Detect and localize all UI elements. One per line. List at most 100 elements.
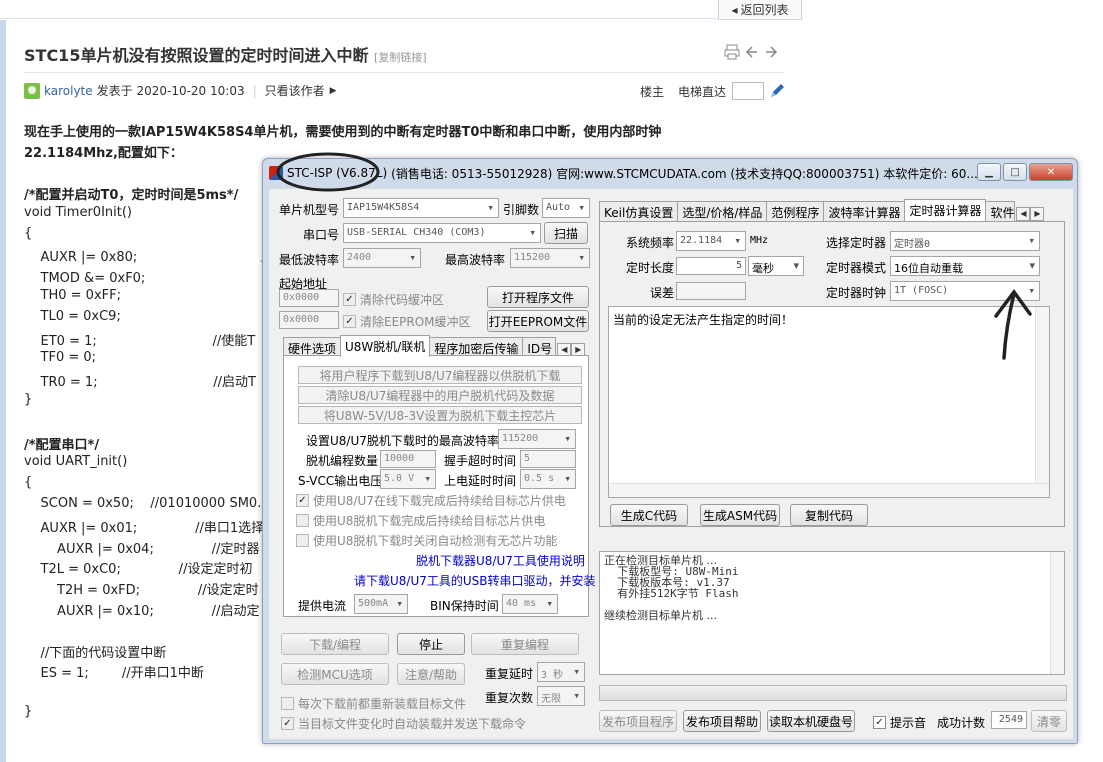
svcc-select[interactable]: 5.0 V [380, 469, 436, 489]
tab-u8w[interactable]: U8W脱机/联机 [340, 335, 431, 357]
u8-manual-link[interactable]: 脱机下载器U8/U7工具使用说明 [416, 552, 585, 569]
prev-arrow-icon[interactable] [745, 45, 759, 59]
select-timer-label: 选择定时器 [826, 236, 887, 250]
post-date: 发表于 2020-10-20 10:03 [96, 84, 245, 98]
floor-meta: 楼主 电梯直达 [640, 82, 786, 100]
u8-offline-power-checkbox[interactable]: 使用U8脱机下载完成后持续给目标芯片供电 [296, 512, 545, 529]
code-line: ES = 1; //开串口1中断 [24, 666, 204, 682]
open-program-button[interactable]: 打开程序文件 [487, 286, 589, 308]
timer-result-area[interactable]: 当前的设定无法产生指定的时间！ [608, 306, 1050, 498]
right-tab-scroll-right-icon[interactable]: ▶ [1030, 207, 1045, 221]
back-to-list-button[interactable]: ◂ 返回列表 [718, 0, 802, 20]
go-pen-icon[interactable] [768, 82, 786, 100]
poweron-delay-select[interactable]: 0.5 s [520, 469, 576, 489]
copy-link[interactable]: [复制链接] [374, 51, 427, 64]
offline-count-input[interactable]: 10000 [380, 450, 436, 468]
repeat-count-label: 重复次数 [485, 691, 534, 705]
repeat-program-button[interactable]: 重复编程 [471, 633, 579, 655]
download-program-button[interactable]: 下载/编程 [281, 633, 389, 655]
stop-button[interactable]: 停止 [397, 633, 465, 655]
minimize-button[interactable]: ▁ [977, 163, 1001, 181]
maximize-button[interactable]: □ [1003, 163, 1027, 181]
tab-encryption[interactable]: 程序加密后传输 [429, 337, 524, 357]
handshake-input[interactable]: 5 [520, 450, 576, 468]
author-link[interactable]: karolyte [44, 84, 93, 98]
title-info: (销售电话: 0513-55012928) 官网:www.STCMCUDATA.… [391, 166, 978, 181]
clear-code-checkbox[interactable]: ✓ 清除代码缓冲区 [343, 291, 444, 308]
publish-program-button[interactable]: 发布项目程序 [599, 710, 677, 732]
min-baud-label: 最低波特率 [279, 253, 340, 267]
next-arrow-icon[interactable] [764, 45, 778, 59]
clear-count-button[interactable]: 清零 [1031, 710, 1067, 732]
code-address-input[interactable]: 0x0000 [279, 289, 339, 307]
notes-help-button[interactable]: 注意/帮助 [397, 663, 465, 685]
tab-selection[interactable]: 选型/价格/样品 [677, 201, 768, 221]
floor-jump-input[interactable] [732, 82, 765, 100]
tab-hardware[interactable]: 硬件选项 [283, 337, 342, 357]
progress-bar [599, 685, 1067, 701]
avatar[interactable] [24, 82, 40, 99]
code-line: T2H = 0xFD; //设定定时 [24, 583, 259, 599]
repeat-count-select[interactable]: 无限 [537, 686, 585, 706]
mcu-type-select[interactable]: IAP15W4K58S4 [343, 198, 499, 218]
set-u8w-master-button[interactable]: 将U8W-5V/U8-3V设置为脱机下载主控芯片 [298, 406, 582, 424]
generate-asm-button[interactable]: 生成ASM代码 [700, 504, 780, 526]
horizontal-scrollbar[interactable] [609, 483, 1049, 497]
detect-mcu-button[interactable]: 检测MCU选项 [281, 663, 389, 685]
min-baud-select[interactable]: 2400 [343, 248, 421, 268]
u8w-panel: 将用户程序下载到U8/U7编程器以供脱机下载 清除U8/U7编程器中的用户脱机代… [283, 355, 596, 617]
u8-max-baud-select[interactable]: 115200 [498, 429, 576, 449]
log-scrollbar[interactable] [1050, 552, 1064, 674]
poweron-delay-label: 上电延时时间 [444, 474, 517, 488]
code-line: //下面的代码设置中断 [24, 645, 167, 661]
beep-checkbox[interactable]: ✓ 提示音 [873, 714, 926, 731]
timer-mode-select[interactable]: 16位自动重载 [890, 256, 1040, 276]
print-icon[interactable] [724, 44, 740, 60]
left-accent-bar [0, 20, 6, 762]
stc-isp-window: STC-ISP (V6.87L) (销售电话: 0513-55012928) 官… [262, 158, 1078, 744]
publish-help-button[interactable]: 发布项目帮助 [683, 710, 761, 732]
tab-keil[interactable]: Keil仿真设置 [599, 201, 679, 221]
timer-clock-label: 定时器时钟 [826, 286, 887, 300]
tab-id[interactable]: ID号 [522, 337, 557, 357]
timer-length-input[interactable]: 5 [676, 257, 746, 275]
clear-u8-code-button[interactable]: 清除U8/U7编程器中的用户脱机代码及数据 [298, 386, 582, 404]
copy-code-button[interactable]: 复制代码 [790, 504, 868, 526]
left-tab-bar: 硬件选项 U8W脱机/联机 程序加密后传输 ID号 ◀ ▶ [283, 335, 586, 357]
tab-software[interactable]: 软件 [985, 201, 1016, 221]
tab-baud-calc[interactable]: 波特率计算器 [823, 201, 906, 221]
code-line: AUXR |= 0x01; //串口1选择 [24, 520, 265, 536]
auto-reload-checkbox[interactable]: ✓ 当目标文件变化时自动装载并发送下载命令 [281, 715, 526, 732]
sys-freq-select[interactable]: 22.1184 [676, 231, 746, 251]
open-eeprom-button[interactable]: 打开EEPROM文件 [487, 310, 589, 332]
clear-eeprom-checkbox[interactable]: ✓ 清除EEPROM缓冲区 [343, 313, 471, 330]
code-line: AUXR |= 0x80; //定 [24, 250, 284, 266]
log-area[interactable]: 正在检测目标单片机 ... 下载板型号: U8W-Mini 下载板版本号: v1… [599, 551, 1065, 675]
serial-port-select[interactable]: USB-SERIAL CH340 (COM3) [343, 223, 541, 243]
bin-hold-select[interactable]: 40 ms [502, 594, 558, 614]
close-button[interactable]: ✕ [1029, 163, 1073, 181]
reload-each-time-checkbox[interactable]: 每次下载前都重新装载目标文件 [281, 695, 466, 712]
handdrawn-circle-annotation [276, 152, 380, 192]
scan-button[interactable]: 扫描 [544, 222, 588, 244]
tab-examples[interactable]: 范例程序 [766, 201, 825, 221]
only-author-link[interactable]: 只看该作者 [265, 82, 325, 99]
read-disk-id-button[interactable]: 读取本机硬盘号 [767, 710, 855, 732]
timer-unit-select[interactable]: 毫秒 [748, 256, 804, 276]
generate-c-button[interactable]: 生成C代码 [610, 504, 688, 526]
pin-count-select[interactable]: Auto [542, 198, 590, 218]
post-meta: karolyte 发表于 2020-10-20 10:03 | 只看该作者 ▶ [24, 82, 337, 99]
max-baud-select[interactable]: 115200 [510, 248, 590, 268]
tab-timer-calc[interactable]: 定时器计算器 [904, 199, 987, 221]
right-tab-scroll-left-icon[interactable]: ◀ [1016, 207, 1031, 221]
select-timer-select[interactable]: 定时器0 [890, 231, 1040, 251]
u8-driver-link[interactable]: 请下载U8/U7工具的USB转串口驱动，并安装 [354, 572, 596, 589]
pin-count-label: 引脚数 [503, 203, 540, 217]
code-line: AUXR |= 0x04; //定时器 [24, 541, 260, 557]
eeprom-address-input[interactable]: 0x0000 [279, 311, 339, 329]
download-to-u8-button[interactable]: 将用户程序下载到U8/U7编程器以供脱机下载 [298, 366, 582, 384]
repeat-delay-select[interactable]: 3 秒 [537, 662, 585, 682]
u8-keep-power-checkbox[interactable]: ✓ 使用U8/U7在线下载完成后持续给目标芯片供电 [296, 492, 566, 509]
supply-current-select[interactable]: 500mA [354, 594, 408, 614]
u8-detect-off-checkbox[interactable]: 使用U8脱机下载时关闭自动检测有无芯片功能 [296, 532, 557, 549]
